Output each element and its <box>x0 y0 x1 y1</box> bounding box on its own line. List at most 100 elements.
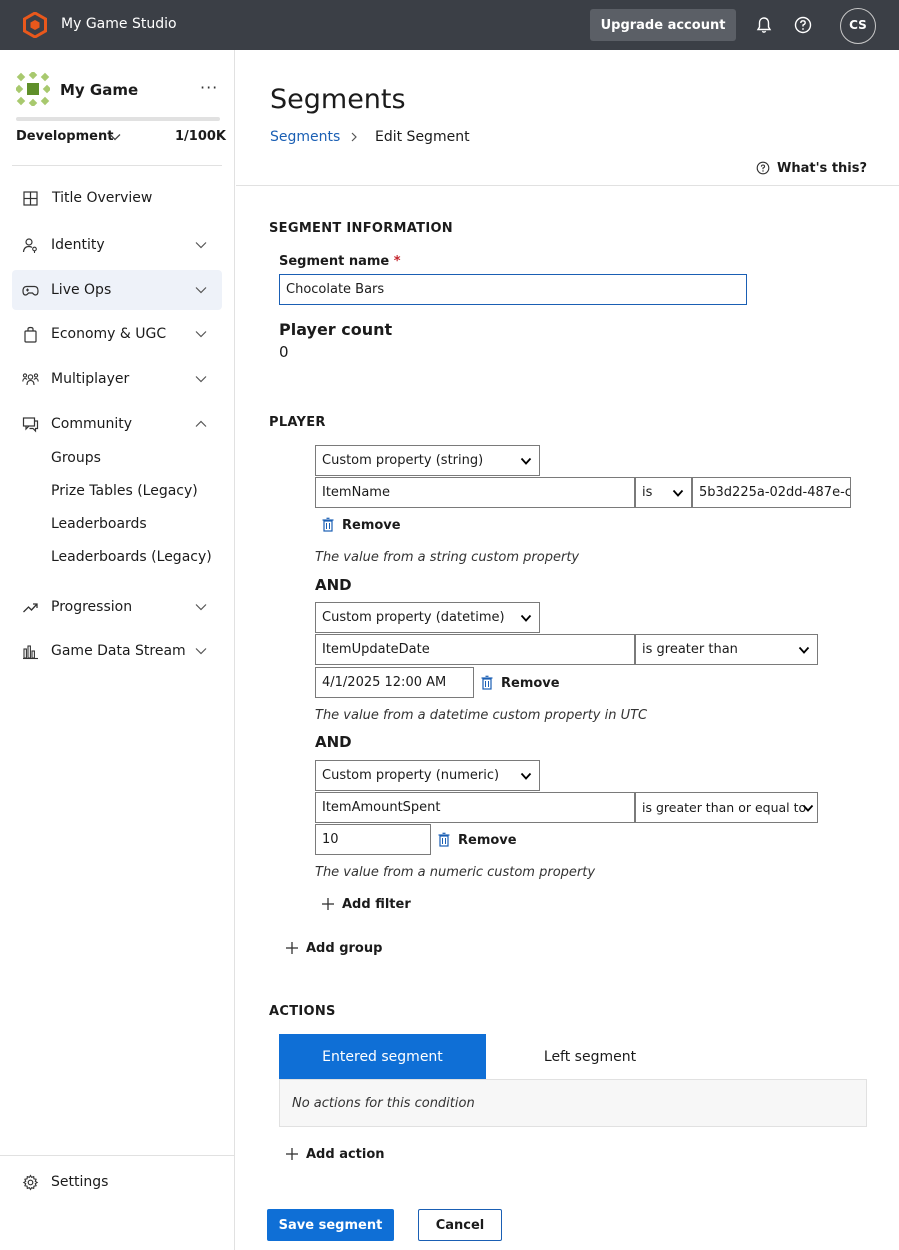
player-heading: PLAYER <box>269 415 326 430</box>
shopping-bag-icon <box>24 326 37 343</box>
help-circle-icon[interactable] <box>756 161 770 175</box>
filter-type-select[interactable]: Custom property (string) <box>315 445 540 476</box>
segment-name-input[interactable] <box>279 274 747 305</box>
sidebar-item-title-overview[interactable]: Title Overview <box>12 178 222 218</box>
sidebar-item-live-ops[interactable]: Live Ops <box>12 270 222 310</box>
property-name-input[interactable]: ItemAmountSpent <box>315 792 635 823</box>
sidebar-item-label: Progression <box>51 599 133 615</box>
chevron-down-icon <box>195 242 207 249</box>
gear-icon <box>22 1174 39 1191</box>
person-key-icon <box>22 238 37 253</box>
trash-icon <box>481 675 493 690</box>
chat-icon <box>22 417 39 433</box>
quota-progress-bar <box>16 117 220 121</box>
sidebar-item-label: Economy & UGC <box>51 326 167 342</box>
studio-logo-icon[interactable] <box>22 12 48 38</box>
sidebar-item-label: Multiplayer <box>51 371 130 387</box>
chevron-right-icon <box>351 132 357 142</box>
remove-label: Remove <box>458 833 517 848</box>
sidebar-item-label: Game Data Stream <box>51 643 186 659</box>
environment-selector[interactable]: Development <box>16 129 113 144</box>
tab-entered-segment[interactable]: Entered segment <box>279 1034 486 1080</box>
sidebar-item-label: Identity <box>51 237 105 253</box>
segment-name-label-text: Segment name <box>279 254 390 269</box>
upgrade-account-button[interactable]: Upgrade account <box>590 9 736 41</box>
sidebar-item-settings[interactable]: Settings <box>12 1170 222 1200</box>
no-actions-text: No actions for this condition <box>292 1096 475 1111</box>
operator-select[interactable]: is greater than <box>635 634 818 665</box>
sidebar-divider <box>12 165 222 166</box>
operator-value: is greater than <box>642 642 738 657</box>
whats-this-link[interactable]: What's this? <box>777 161 867 176</box>
chevron-down-icon <box>520 457 532 465</box>
breadcrumb-segments-link[interactable]: Segments <box>270 129 340 145</box>
remove-filter-button[interactable]: Remove <box>437 832 527 850</box>
required-marker: * <box>393 254 401 269</box>
remove-label: Remove <box>342 518 401 533</box>
datetime-value-input[interactable]: 4/1/2025 12:00 AM <box>315 667 474 698</box>
operator-select[interactable]: is <box>635 477 692 508</box>
sidebar-subitem-leaderboards-legacy[interactable]: Leaderboards (Legacy) <box>51 549 212 565</box>
sidebar-item-label: Title Overview <box>52 190 153 206</box>
filter-hint: The value from a datetime custom propert… <box>315 708 648 723</box>
sidebar-subitem-leaderboards[interactable]: Leaderboards <box>51 516 147 532</box>
sidebar-item-community[interactable]: Community <box>12 404 222 444</box>
property-name-input[interactable]: ItemUpdateDate <box>315 634 635 665</box>
sidebar: My Game ··· Development 1/100K Title Ove… <box>0 50 235 1250</box>
plus-icon <box>322 898 334 910</box>
chevron-down-icon <box>195 376 207 383</box>
chevron-down-icon <box>195 604 207 611</box>
operator-value: is <box>642 485 653 500</box>
operator-select[interactable]: is greater than or equal to <box>635 792 818 823</box>
grid-icon <box>23 191 38 206</box>
trend-up-icon <box>23 603 38 613</box>
more-options-icon[interactable]: ··· <box>200 78 218 97</box>
save-segment-button[interactable]: Save segment <box>267 1209 394 1241</box>
cancel-button[interactable]: Cancel <box>418 1209 502 1241</box>
top-bar: My Game Studio Upgrade account CS <box>0 0 899 50</box>
sidebar-item-multiplayer[interactable]: Multiplayer <box>12 359 222 399</box>
add-group-button[interactable]: Add group <box>285 940 385 960</box>
sidebar-item-identity[interactable]: Identity <box>12 225 222 265</box>
numeric-value-input[interactable]: 10 <box>315 824 431 855</box>
sidebar-item-progression[interactable]: Progression <box>12 587 222 627</box>
sidebar-item-game-data-stream[interactable]: Game Data Stream <box>12 631 222 671</box>
segment-information-heading: SEGMENT INFORMATION <box>269 221 453 236</box>
add-action-button[interactable]: Add action <box>285 1146 385 1166</box>
property-name-input[interactable]: ItemName <box>315 477 635 508</box>
remove-label: Remove <box>501 676 560 691</box>
filter-type-select[interactable]: Custom property (datetime) <box>315 602 540 633</box>
trash-icon <box>438 832 450 847</box>
filter-type-select[interactable]: Custom property (numeric) <box>315 760 540 791</box>
user-avatar[interactable]: CS <box>840 8 876 44</box>
chevron-down-icon <box>520 614 532 622</box>
tab-left-segment[interactable]: Left segment <box>486 1034 694 1080</box>
gamepad-icon <box>22 285 39 296</box>
chevron-down-icon <box>195 648 207 655</box>
remove-filter-button[interactable]: Remove <box>321 517 411 535</box>
add-filter-button[interactable]: Add filter <box>321 896 421 916</box>
sidebar-item-economy-ugc[interactable]: Economy & UGC <box>12 314 222 354</box>
people-icon <box>22 373 39 386</box>
filter-type-value: Custom property (string) <box>322 453 484 468</box>
property-value-input[interactable]: 5b3d225a-02dd-487e-c <box>692 477 851 508</box>
sidebar-subitem-prize-tables-legacy[interactable]: Prize Tables (Legacy) <box>51 483 198 499</box>
chevron-down-icon[interactable] <box>108 130 122 144</box>
player-count-label: Player count <box>279 320 393 339</box>
remove-filter-button[interactable]: Remove <box>480 675 570 693</box>
chevron-down-icon <box>672 489 684 497</box>
studio-name[interactable]: My Game Studio <box>61 16 177 32</box>
add-group-label: Add group <box>306 941 383 956</box>
sidebar-item-label: Settings <box>51 1174 109 1190</box>
operator-value: is greater than or equal to <box>642 800 807 815</box>
breadcrumb-current: Edit Segment <box>375 129 470 145</box>
sidebar-subitem-groups[interactable]: Groups <box>51 450 101 466</box>
trash-icon <box>322 517 334 532</box>
bell-icon[interactable] <box>754 15 774 35</box>
help-icon[interactable] <box>793 15 813 35</box>
sidebar-item-label: Community <box>51 416 133 432</box>
game-name[interactable]: My Game <box>60 81 138 99</box>
page-title: Segments <box>270 84 406 115</box>
chevron-down-icon <box>802 804 814 812</box>
sidebar-item-label: Live Ops <box>51 282 112 298</box>
